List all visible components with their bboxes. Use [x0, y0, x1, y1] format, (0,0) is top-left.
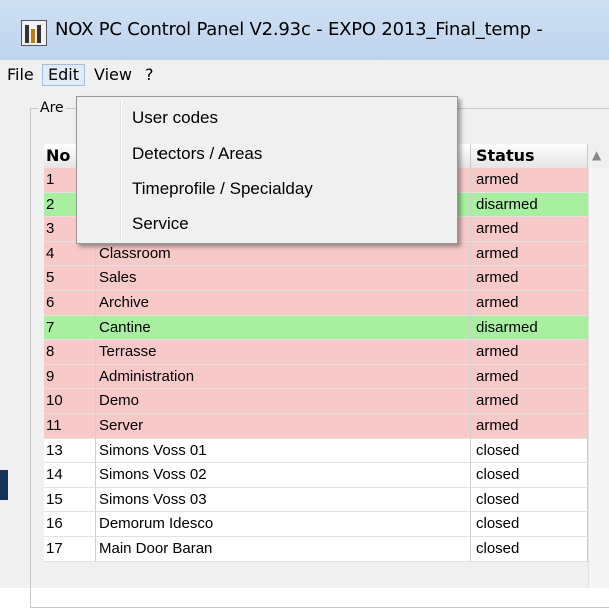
cell-no: 16: [44, 512, 96, 537]
cell-no: 5: [44, 266, 96, 291]
table-row[interactable]: 5 Sales armed: [44, 266, 588, 291]
menu-item-timeprofile-specialday[interactable]: Timeprofile / Specialday: [132, 174, 313, 204]
cell-status: closed: [471, 536, 588, 562]
cell-status: armed: [471, 217, 588, 242]
cell-name: Administration: [96, 364, 471, 390]
cell-name: Demo: [96, 389, 471, 414]
cell-name: Simons Voss 02: [96, 463, 471, 488]
table-row[interactable]: 10 Demo armed: [44, 389, 588, 414]
cell-status: armed: [471, 168, 588, 193]
cell-no: 13: [44, 438, 96, 464]
cell-status: disarmed: [471, 315, 588, 341]
cell-name: Classroom: [96, 241, 471, 267]
cell-name: Archive: [96, 290, 471, 316]
cell-no: 10: [44, 389, 96, 414]
edit-menu-dropdown: User codes Detectors / Areas Timeprofile…: [76, 96, 458, 244]
menu-item-service[interactable]: Service: [132, 209, 189, 239]
table-row[interactable]: 9 Administration armed: [44, 364, 588, 390]
cell-status: disarmed: [471, 192, 588, 218]
window-title: NOX PC Control Panel V2.93c - EXPO 2013_…: [55, 19, 543, 40]
table-row[interactable]: 17 Main Door Baran closed: [44, 536, 588, 562]
menu-edit[interactable]: Edit: [42, 64, 85, 86]
scroll-up-arrow-icon: ▲: [592, 148, 602, 162]
cell-no: 6: [44, 290, 96, 316]
areas-group-label: Are: [38, 100, 66, 116]
cell-no: 8: [44, 340, 96, 365]
cell-name: Sales: [96, 266, 471, 291]
table-row[interactable]: 14 Simons Voss 02 closed: [44, 463, 588, 488]
menu-item-detectors-areas[interactable]: Detectors / Areas: [132, 139, 262, 169]
table-row[interactable]: 16 Demorum Idesco closed: [44, 512, 588, 537]
title-bar: NOX PC Control Panel V2.93c - EXPO 2013_…: [0, 0, 609, 60]
scrollbar-track[interactable]: [588, 168, 609, 588]
cell-name: Main Door Baran: [96, 536, 471, 562]
cell-name: Simons Voss 03: [96, 487, 471, 513]
background-window-edge: [0, 470, 8, 500]
menu-help[interactable]: ?: [140, 64, 159, 86]
cell-status: armed: [471, 413, 588, 439]
cell-no: 17: [44, 536, 96, 562]
cell-status: armed: [471, 266, 588, 291]
menu-item-user-codes[interactable]: User codes: [132, 103, 218, 133]
scroll-up-button[interactable]: ▲: [588, 144, 609, 168]
cell-status: closed: [471, 463, 588, 488]
table-row[interactable]: 13 Simons Voss 01 closed: [44, 438, 588, 464]
menu-bar: File Edit View ?: [0, 60, 609, 90]
table-row[interactable]: 6 Archive armed: [44, 290, 588, 316]
menu-icon-gutter: [120, 100, 122, 240]
menu-view[interactable]: View: [89, 64, 137, 86]
cell-status: closed: [471, 487, 588, 513]
cell-status: armed: [471, 340, 588, 365]
cell-no: 4: [44, 241, 96, 267]
cell-name: Server: [96, 413, 471, 439]
menu-file[interactable]: File: [2, 64, 39, 86]
cell-name: Cantine: [96, 315, 471, 341]
column-header-status[interactable]: Status: [471, 144, 588, 168]
cell-name: Demorum Idesco: [96, 512, 471, 537]
cell-status: armed: [471, 290, 588, 316]
app-logo-icon: [21, 20, 47, 46]
cell-status: armed: [471, 241, 588, 267]
cell-status: armed: [471, 364, 588, 390]
cell-no: 15: [44, 487, 96, 513]
cell-status: armed: [471, 389, 588, 414]
cell-name: Terrasse: [96, 340, 471, 365]
cell-no: 11: [44, 413, 96, 439]
cell-status: closed: [471, 512, 588, 537]
table-row[interactable]: 7 Cantine disarmed: [44, 315, 588, 341]
table-row[interactable]: 4 Classroom armed: [44, 241, 588, 267]
cell-no: 7: [44, 315, 96, 341]
cell-no: 9: [44, 364, 96, 390]
table-row[interactable]: 15 Simons Voss 03 closed: [44, 487, 588, 513]
table-row[interactable]: 11 Server armed: [44, 413, 588, 439]
cell-no: 14: [44, 463, 96, 488]
cell-name: Simons Voss 01: [96, 438, 471, 464]
table-row[interactable]: 8 Terrasse armed: [44, 340, 588, 365]
cell-status: closed: [471, 438, 588, 464]
